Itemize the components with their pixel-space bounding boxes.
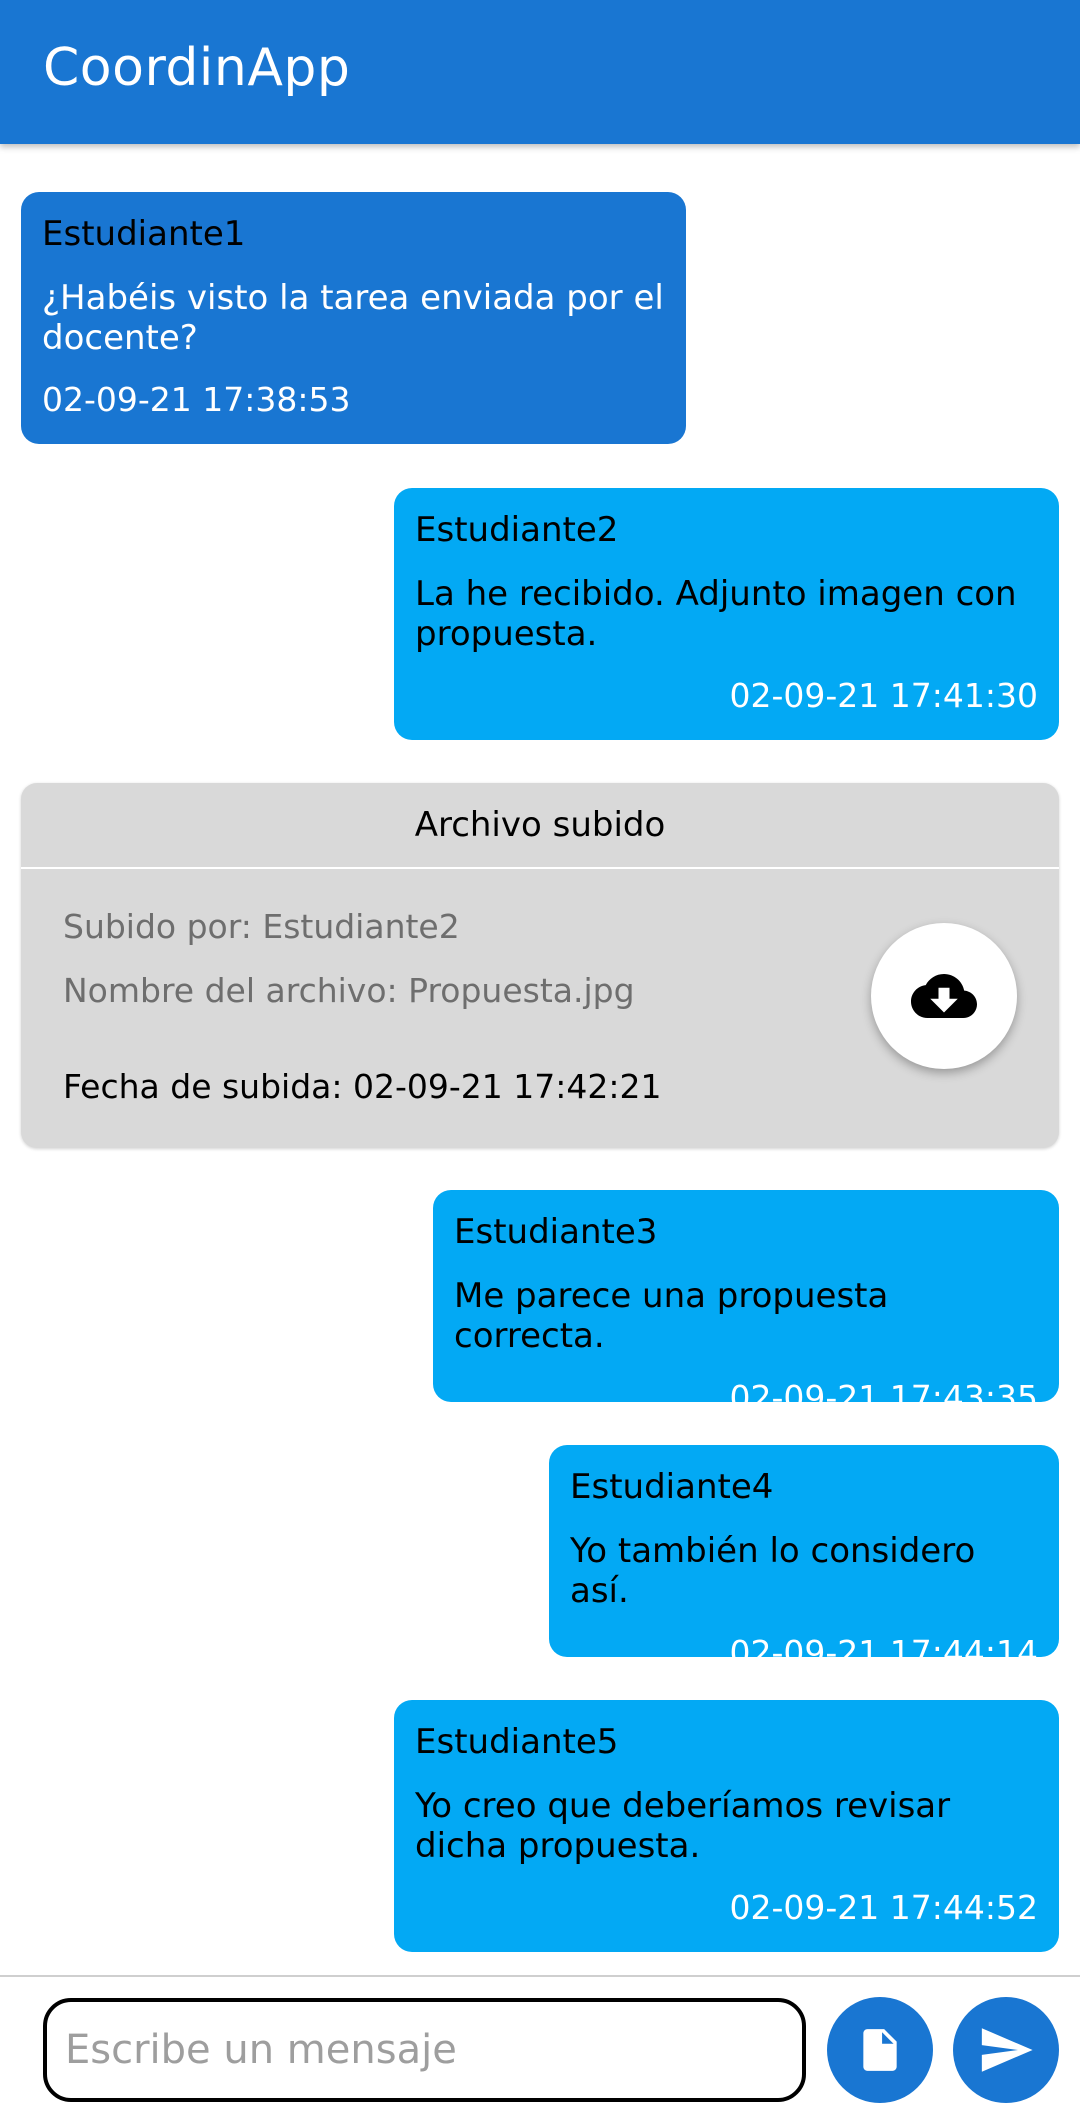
- send-button[interactable]: [953, 1997, 1059, 2103]
- file-icon: [863, 2029, 897, 2071]
- message-text: ¿Habéis visto la tarea enviada por el do…: [42, 278, 664, 358]
- message-author: Estudiante5: [415, 1722, 619, 1762]
- message-time: 02-09-21 17:44:14: [729, 1633, 1039, 1672]
- app-title: CoordinApp: [43, 38, 351, 98]
- message-bubble[interactable]: Estudiante2 La he recibido. Adjunto imag…: [394, 488, 1059, 740]
- message-time: 02-09-21 17:43:35: [729, 1378, 1039, 1417]
- upload-date: Fecha de subida: 02-09-21 17:42:21: [63, 1067, 662, 1106]
- message-input[interactable]: [43, 1998, 806, 2102]
- message-text: La he recibido. Adjunto imagen con propu…: [415, 574, 1017, 654]
- uploaded-file-card: Archivo subido Subido por: Estudiante2 N…: [21, 783, 1059, 1148]
- app-bar: CoordinApp: [0, 0, 1080, 144]
- message-author: Estudiante3: [454, 1212, 658, 1252]
- send-icon: [981, 2028, 1033, 2072]
- message-time: 02-09-21 17:44:52: [729, 1888, 1039, 1927]
- message-time: 02-09-21 17:41:30: [729, 676, 1039, 715]
- message-composer: [0, 1975, 1080, 2122]
- cloud-download-icon: [911, 974, 977, 1018]
- message-bubble[interactable]: Estudiante5 Yo creo que deberíamos revis…: [394, 1700, 1059, 1952]
- message-text: Me parece una propuesta correcta.: [454, 1276, 889, 1356]
- message-author: Estudiante2: [415, 510, 619, 550]
- message-bubble[interactable]: Estudiante3 Me parece una propuesta corr…: [433, 1190, 1059, 1417]
- file-name: Nombre del archivo: Propuesta.jpg: [63, 971, 635, 1010]
- uploaded-by: Subido por: Estudiante2: [63, 907, 460, 946]
- attach-file-button[interactable]: [827, 1997, 933, 2103]
- message-author: Estudiante4: [570, 1467, 774, 1507]
- message-author: Estudiante1: [42, 214, 246, 254]
- message-text: Yo creo que deberíamos revisar dicha pro…: [415, 1786, 951, 1866]
- message-bubble[interactable]: Estudiante1 ¿Habéis visto la tarea envia…: [21, 192, 686, 444]
- message-text: Yo también lo considero así.: [570, 1531, 976, 1611]
- file-card-body: Subido por: Estudiante2 Nombre del archi…: [21, 869, 1059, 1146]
- file-card-title: Archivo subido: [21, 783, 1059, 869]
- download-button[interactable]: [871, 923, 1017, 1069]
- message-time: 02-09-21 17:38:53: [42, 380, 351, 419]
- message-bubble[interactable]: Estudiante4 Yo también lo considero así.…: [549, 1445, 1059, 1672]
